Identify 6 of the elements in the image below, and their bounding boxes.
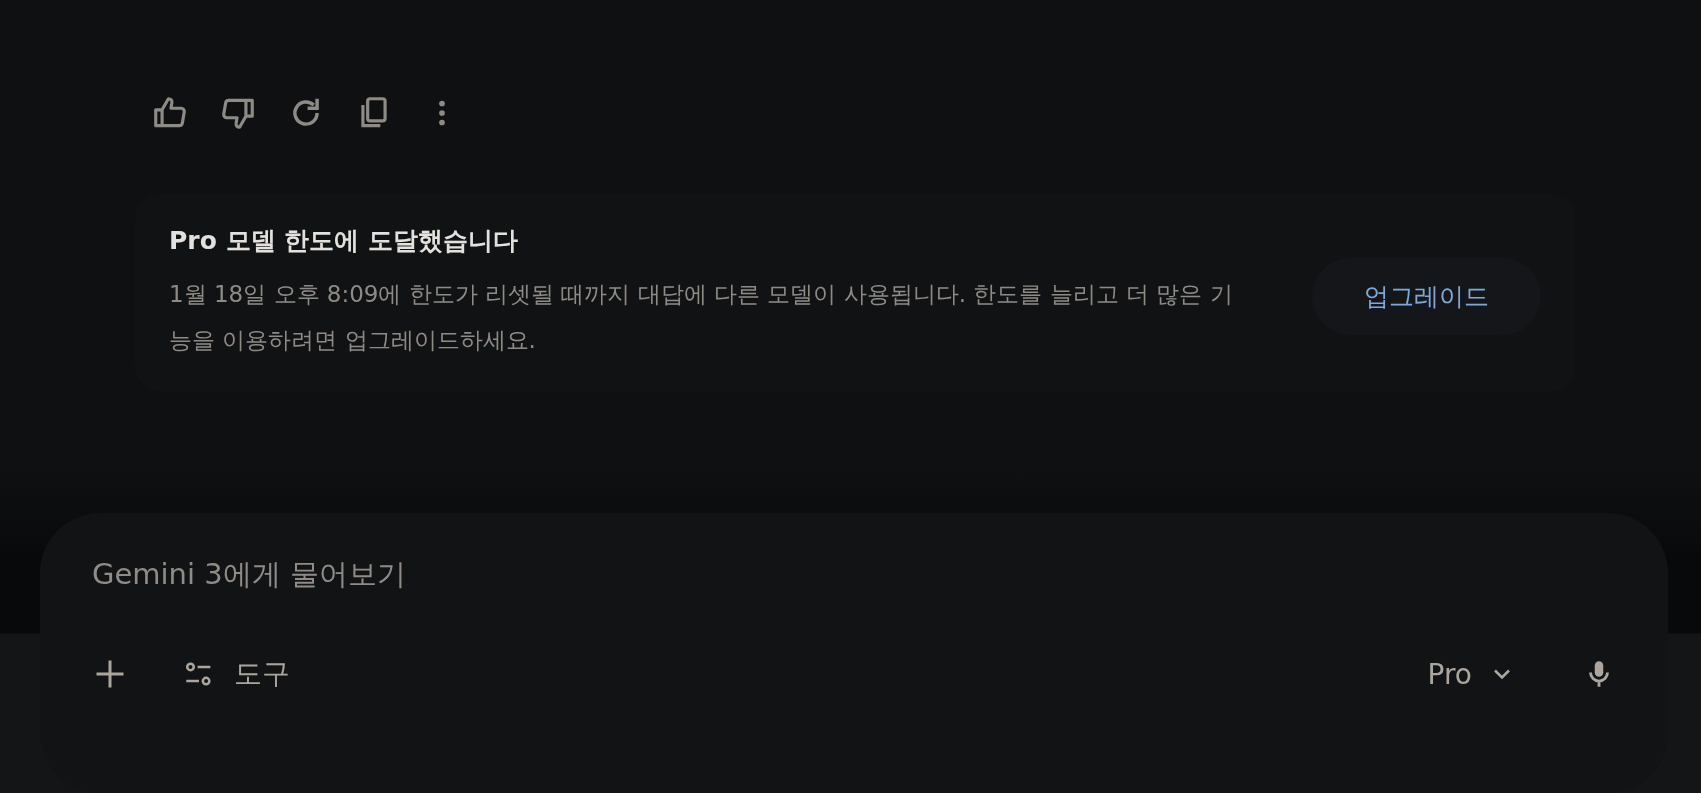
notice-text: 1월 18일 오후 8:09에 한도가 리셋될 때까지 대답에 다른 모델이 사용됩니다. 한도를 늘리고 더 많은 기능을 이용하려면 업그레이드하세요. <box>169 280 1234 355</box>
notice-title: Pro 모델 한도에 도달했습니다 <box>169 225 519 257</box>
upgrade-button[interactable]: 업그레이드 <box>1312 258 1541 335</box>
tools-button[interactable]: 도구 <box>182 655 290 693</box>
model-selector[interactable]: Pro <box>1427 657 1516 691</box>
prompt-field[interactable]: Gemini 3에게 물어보기 <box>92 557 992 591</box>
